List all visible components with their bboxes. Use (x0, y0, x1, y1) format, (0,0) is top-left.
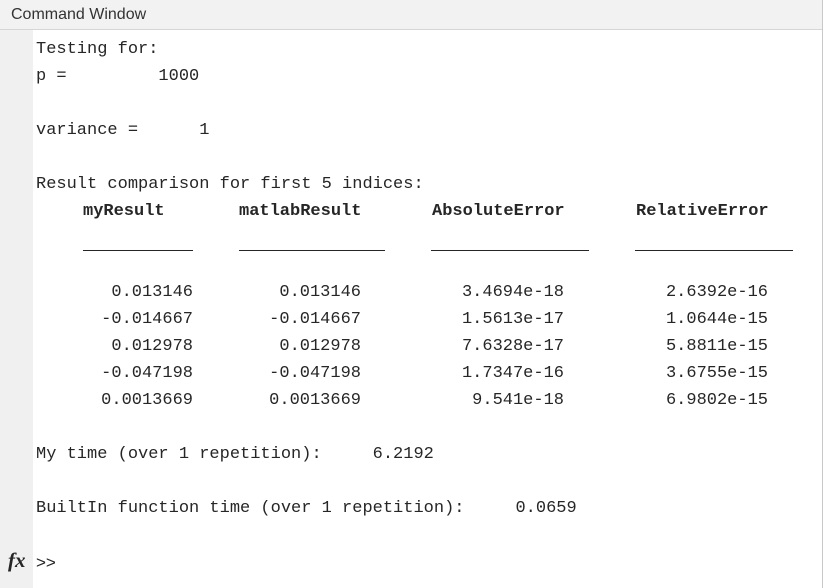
cell-relativeerror: 6.9802e-15 (665, 391, 768, 410)
header-rule-relativeerror (635, 250, 793, 252)
cell-relativeerror: 1.0644e-15 (665, 310, 768, 329)
cell-matlabresult: 0.0013669 (269, 391, 361, 410)
cell-myresult: 0.013146 (111, 283, 193, 302)
comparison-label: Result comparison for first 5 indices: (36, 175, 424, 194)
header-matlabresult: matlabResult (239, 202, 362, 221)
command-window: Command Window Testing for: p = 1000 var… (0, 0, 823, 588)
cell-relativeerror: 3.6755e-15 (665, 364, 768, 383)
header-rule-myresult (83, 250, 193, 252)
header-myresult: myResult (83, 202, 165, 221)
builtin-time-line: BuiltIn function time (over 1 repetition… (36, 499, 577, 518)
my-time-line: My time (over 1 repetition): 6.2192 (36, 445, 434, 464)
gutter (0, 30, 33, 588)
p-line: p = 1000 (36, 67, 200, 86)
cell-absoluteerror: 1.5613e-17 (461, 310, 564, 329)
cell-matlabresult: 0.013146 (279, 283, 361, 302)
header-rule-absoluteerror (431, 250, 589, 252)
cell-relativeerror: 2.6392e-16 (665, 283, 768, 302)
cell-myresult: 0.0013669 (101, 391, 193, 410)
title-bar[interactable]: Command Window (0, 0, 822, 30)
header-absoluteerror: AbsoluteError (432, 202, 565, 221)
variance-line: variance = 1 (36, 121, 210, 140)
header-relativeerror: RelativeError (636, 202, 769, 221)
header-rule-matlabresult (239, 250, 385, 252)
cell-myresult: -0.047198 (101, 364, 193, 383)
cell-myresult: 0.012978 (111, 337, 193, 356)
cell-matlabresult: 0.012978 (279, 337, 361, 356)
cell-myresult: -0.014667 (101, 310, 193, 329)
cell-absoluteerror: 1.7347e-16 (461, 364, 564, 383)
testing-label: Testing for: (36, 40, 159, 59)
output-area[interactable]: Testing for: p = 1000 variance = 1 Resul… (36, 30, 822, 588)
fx-icon[interactable]: fx (8, 548, 26, 573)
cell-matlabresult: -0.014667 (269, 310, 361, 329)
cell-absoluteerror: 3.4694e-18 (461, 283, 564, 302)
window-title: Command Window (11, 6, 147, 23)
cell-absoluteerror: 9.541e-18 (472, 391, 564, 410)
command-prompt[interactable]: >> (36, 553, 56, 573)
cell-absoluteerror: 7.6328e-17 (461, 337, 564, 356)
cell-relativeerror: 5.8811e-15 (665, 337, 768, 356)
cell-matlabresult: -0.047198 (269, 364, 361, 383)
